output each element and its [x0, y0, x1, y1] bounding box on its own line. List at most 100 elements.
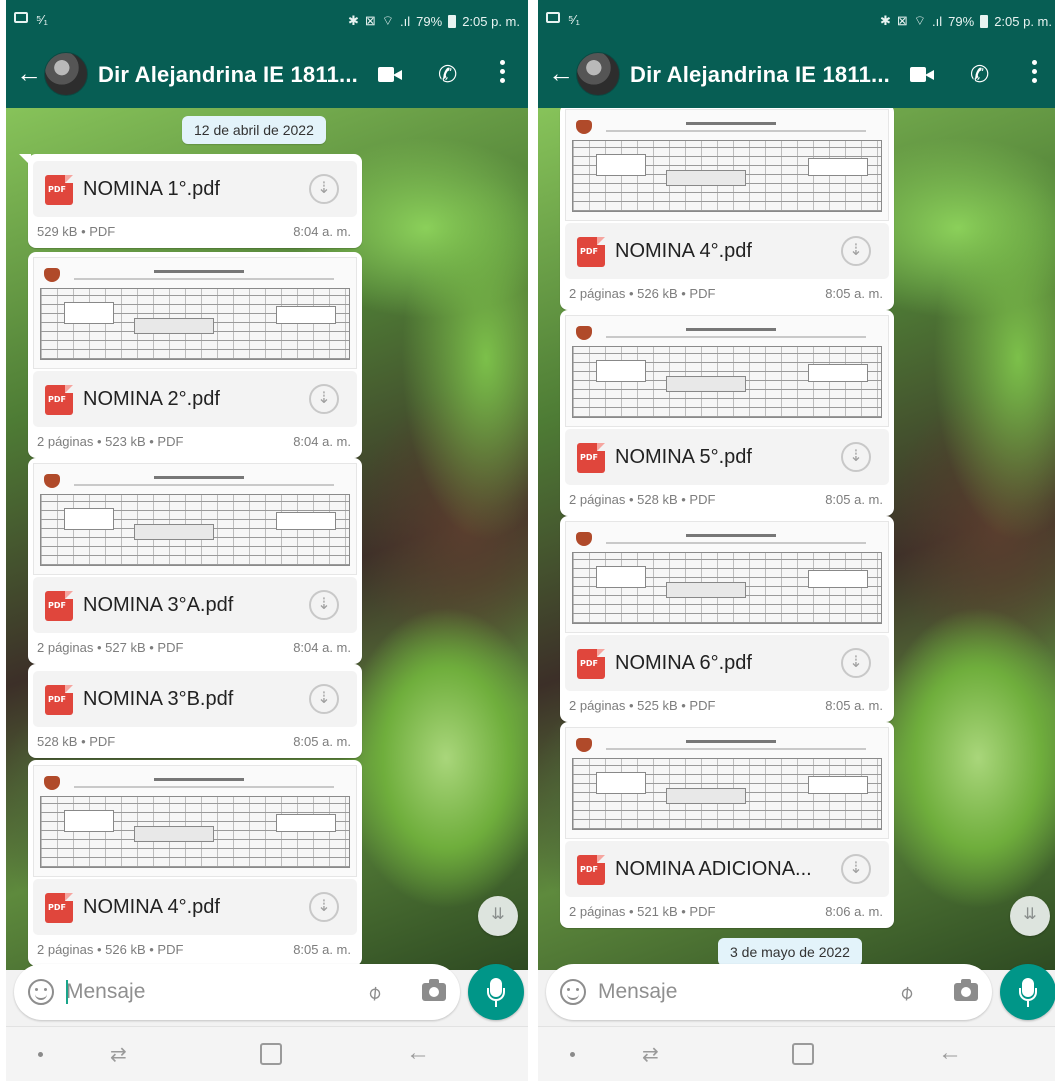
bluetooth-icon: ✱ [347, 13, 359, 28]
camera-icon[interactable] [954, 979, 978, 1001]
message-time: 8:04 a. m. [293, 640, 351, 655]
contact-avatar[interactable] [44, 52, 88, 96]
voice-call-icon[interactable]: ✆ [438, 62, 457, 86]
download-icon[interactable]: ⇣ [309, 892, 339, 922]
scroll-to-bottom-icon[interactable]: ⇊ [478, 896, 518, 936]
file-row[interactable]: NOMINA 5°.pdf ⇣ [565, 429, 889, 485]
crest-logo [576, 326, 592, 340]
file-row[interactable]: NOMINA 4°.pdf ⇣ [565, 223, 889, 279]
scroll-to-bottom-icon[interactable]: ⇊ [1010, 896, 1050, 936]
document-message[interactable]: NOMINA ADICIONA... ⇣ 2 páginas • 521 kB … [560, 722, 894, 928]
message-time: 8:06 a. m. [825, 904, 883, 919]
recent-apps-icon[interactable]: ⇄ [110, 1042, 127, 1067]
document-message[interactable]: NOMINA 3°B.pdf ⇣ 528 kB • PDF 8:05 a. m. [28, 664, 362, 758]
file-row[interactable]: NOMINA 3°A.pdf ⇣ [33, 577, 357, 633]
pdf-preview-thumbnail[interactable] [565, 521, 889, 633]
phone-screen-right: ⁵⁄₁ ✱ ⊠ ⌔ .ıl 79% 2:05 p. m. ← Dir Aleja… [538, 0, 1055, 1081]
message-meta: 2 páginas • 526 kB • PDF 8:05 a. m. [565, 279, 889, 305]
message-time: 8:05 a. m. [825, 492, 883, 507]
nav-back-icon[interactable]: ← [406, 1039, 430, 1067]
message-input[interactable] [66, 974, 346, 1010]
pdf-preview-thumbnail[interactable] [33, 765, 357, 877]
back-arrow-icon[interactable]: ← [16, 60, 42, 86]
nav-dot-icon[interactable] [38, 1052, 43, 1057]
nav-dot-icon[interactable] [570, 1052, 575, 1057]
pdf-file-icon [45, 175, 73, 205]
camera-icon[interactable] [422, 979, 446, 1001]
overflow-menu-icon[interactable] [500, 60, 506, 87]
video-call-icon[interactable] [910, 67, 934, 82]
download-icon[interactable]: ⇣ [309, 684, 339, 714]
pdf-file-icon [45, 685, 73, 715]
file-row[interactable]: NOMINA 4°.pdf ⇣ [33, 879, 357, 935]
nav-back-icon[interactable]: ← [938, 1039, 962, 1067]
mic-button[interactable] [1000, 964, 1055, 1020]
file-row[interactable]: NOMINA 2°.pdf ⇣ [33, 371, 357, 427]
mic-button[interactable] [468, 964, 524, 1020]
download-icon[interactable]: ⇣ [309, 384, 339, 414]
status-right: ✱ ⊠ ⌔ .ıl 79% 2:05 p. m. [348, 13, 520, 29]
message-input-pill[interactable]: ⌀ [14, 964, 460, 1020]
document-message[interactable]: NOMINA 2°.pdf ⇣ 2 páginas • 523 kB • PDF… [28, 252, 362, 458]
voice-call-icon[interactable]: ✆ [970, 62, 989, 86]
message-input[interactable] [598, 974, 878, 1010]
pdf-file-icon [577, 855, 605, 885]
home-icon[interactable] [792, 1043, 814, 1065]
file-row[interactable]: NOMINA 6°.pdf ⇣ [565, 635, 889, 691]
download-icon[interactable]: ⇣ [309, 174, 339, 204]
nfc-icon: ⊠ [896, 13, 908, 28]
crest-logo [576, 120, 592, 134]
file-row[interactable]: NOMINA ADICIONA... ⇣ [565, 841, 889, 897]
chat-title[interactable]: Dir Alejandrina IE 1811... [98, 62, 358, 88]
wifi-icon: ⌔ [913, 13, 927, 28]
chat-title[interactable]: Dir Alejandrina IE 1811... [630, 62, 890, 88]
emoji-icon[interactable] [560, 979, 586, 1005]
status-right: ✱ ⊠ ⌔ .ıl 79% 2:05 p. m. [880, 13, 1052, 29]
message-meta: 2 páginas • 523 kB • PDF 8:04 a. m. [33, 427, 357, 453]
crest-logo [576, 532, 592, 546]
video-call-icon[interactable] [378, 67, 402, 82]
overflow-menu-icon[interactable] [1032, 60, 1038, 87]
message-input-pill[interactable]: ⌀ [546, 964, 992, 1020]
download-icon[interactable]: ⇣ [841, 442, 871, 472]
file-name: NOMINA 1°.pdf [83, 178, 220, 200]
contact-avatar[interactable] [576, 52, 620, 96]
status-left-icons: ⁵⁄₁ [14, 12, 48, 27]
home-icon[interactable] [260, 1043, 282, 1065]
pdf-preview-thumbnail[interactable] [565, 727, 889, 839]
file-meta: 2 páginas • 525 kB • PDF [569, 698, 716, 713]
download-icon[interactable]: ⇣ [309, 590, 339, 620]
text-cursor [66, 980, 68, 1004]
file-meta: 2 páginas • 526 kB • PDF [569, 286, 716, 301]
emoji-icon[interactable] [28, 979, 54, 1005]
document-message[interactable]: NOMINA 4°.pdf ⇣ 2 páginas • 526 kB • PDF… [28, 760, 362, 966]
file-row[interactable]: NOMINA 1°.pdf ⇣ [33, 161, 357, 217]
back-arrow-icon[interactable]: ← [548, 60, 574, 86]
file-name: NOMINA 2°.pdf [83, 388, 220, 410]
attach-icon[interactable]: ⌀ [361, 979, 386, 1006]
file-meta: 2 páginas • 526 kB • PDF [37, 942, 184, 957]
document-message[interactable]: NOMINA 1°.pdf ⇣ 529 kB • PDF 8:04 a. m. [19, 154, 362, 248]
sim-icon: ⁵⁄₁ [568, 12, 580, 27]
attach-icon[interactable]: ⌀ [893, 979, 918, 1006]
file-name: NOMINA 3°A.pdf [83, 594, 234, 616]
download-icon[interactable]: ⇣ [841, 854, 871, 884]
document-message[interactable]: NOMINA 3°A.pdf ⇣ 2 páginas • 527 kB • PD… [28, 458, 362, 664]
chat-area: 12 de abril de 2022 NOMINA 1°.pdf ⇣ 529 … [6, 108, 528, 970]
bluetooth-icon: ✱ [879, 13, 891, 28]
download-icon[interactable]: ⇣ [841, 236, 871, 266]
document-message[interactable]: NOMINA 6°.pdf ⇣ 2 páginas • 525 kB • PDF… [560, 516, 894, 722]
chat-area: NOMINA 4°.pdf ⇣ 2 páginas • 526 kB • PDF… [538, 108, 1055, 970]
file-row[interactable]: NOMINA 3°B.pdf ⇣ [33, 671, 357, 727]
recent-apps-icon[interactable]: ⇄ [642, 1042, 659, 1067]
document-message[interactable]: NOMINA 4°.pdf ⇣ 2 páginas • 526 kB • PDF… [560, 108, 894, 310]
file-meta: 2 páginas • 527 kB • PDF [37, 640, 184, 655]
pdf-preview-thumbnail[interactable] [33, 257, 357, 369]
download-icon[interactable]: ⇣ [841, 648, 871, 678]
pdf-preview-thumbnail[interactable] [33, 463, 357, 575]
file-name: NOMINA 4°.pdf [83, 896, 220, 918]
pdf-preview-thumbnail[interactable] [565, 315, 889, 427]
pdf-preview-thumbnail[interactable] [565, 109, 889, 221]
document-message[interactable]: NOMINA 5°.pdf ⇣ 2 páginas • 528 kB • PDF… [560, 310, 894, 516]
file-meta: 529 kB • PDF [37, 224, 116, 239]
